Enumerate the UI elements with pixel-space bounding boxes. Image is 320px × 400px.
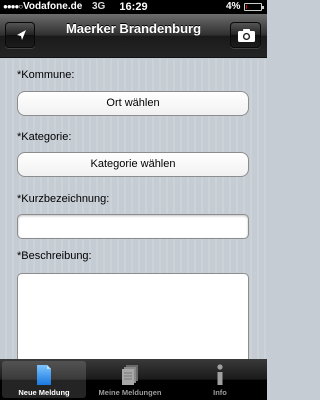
tab-label: Info: [213, 388, 227, 397]
kommune-label: *Kommune:: [17, 69, 75, 81]
kategorie-label: *Kategorie:: [17, 131, 72, 143]
tab-neue-meldung[interactable]: Neue Meldung: [2, 361, 86, 398]
kategorie-select-button[interactable]: Kategorie wählen: [17, 152, 249, 177]
battery-percent: 4%: [226, 1, 241, 12]
tab-bar: Neue Meldung Meine Meldungen Info: [0, 359, 267, 400]
status-bar: ●●●●○ Vodafone.de 3G 16:29 4%: [0, 0, 267, 14]
tab-label: Neue Meldung: [18, 388, 70, 397]
info-icon: [217, 364, 223, 385]
tab-label: Meine Meldungen: [98, 388, 162, 397]
document-stack-icon: [122, 365, 138, 385]
battery-fill: [246, 5, 247, 9]
beschreibung-label: *Beschreibung:: [17, 250, 92, 262]
beschreibung-textarea[interactable]: [17, 273, 249, 366]
kurzbezeichnung-label: *Kurzbezeichnung:: [17, 193, 110, 205]
tab-info[interactable]: Info: [178, 361, 262, 398]
form-content: *Kommune: Ort wählen *Kategorie: Kategor…: [0, 59, 267, 366]
navigation-bar: Maerker Brandenburg: [0, 14, 267, 58]
battery-icon: [244, 3, 264, 11]
tab-meine-meldungen[interactable]: Meine Meldungen: [88, 361, 172, 398]
kommune-select-button[interactable]: Ort wählen: [17, 91, 249, 116]
camera-button[interactable]: [230, 22, 261, 48]
document-icon: [37, 365, 51, 385]
page-title: Maerker Brandenburg: [65, 21, 202, 36]
location-arrow-icon: [17, 30, 26, 40]
kurzbezeichnung-input[interactable]: [17, 214, 249, 239]
camera-icon: [238, 29, 255, 42]
location-button[interactable]: [5, 22, 35, 48]
